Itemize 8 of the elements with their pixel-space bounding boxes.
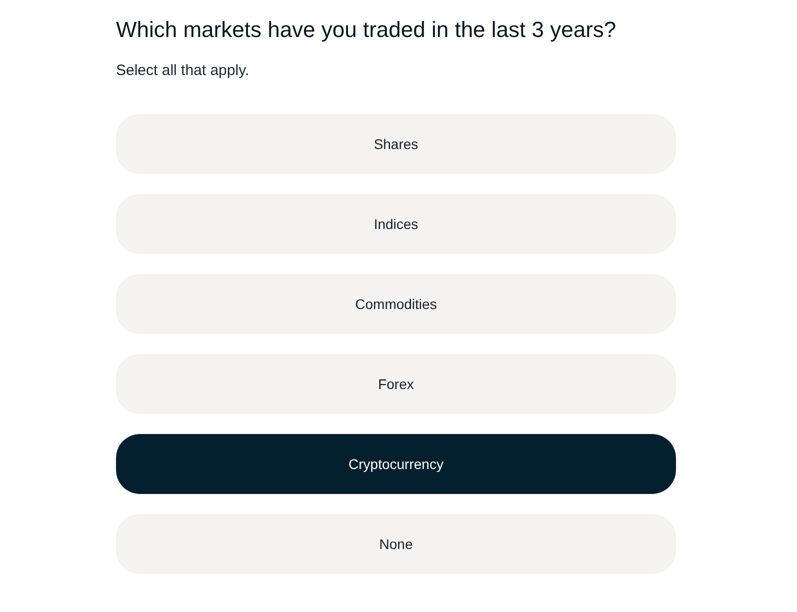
question-title: Which markets have you traded in the last 3 years?	[116, 16, 618, 44]
option-button[interactable]: Forex	[116, 354, 676, 414]
option-button[interactable]: Shares	[116, 114, 676, 174]
option-button[interactable]: Cryptocurrency	[116, 434, 676, 494]
option-button[interactable]: Indices	[116, 194, 676, 254]
option-button[interactable]: None	[116, 514, 676, 574]
option-button[interactable]: Commodities	[116, 274, 676, 334]
question-hint: Select all that apply.	[116, 61, 250, 81]
